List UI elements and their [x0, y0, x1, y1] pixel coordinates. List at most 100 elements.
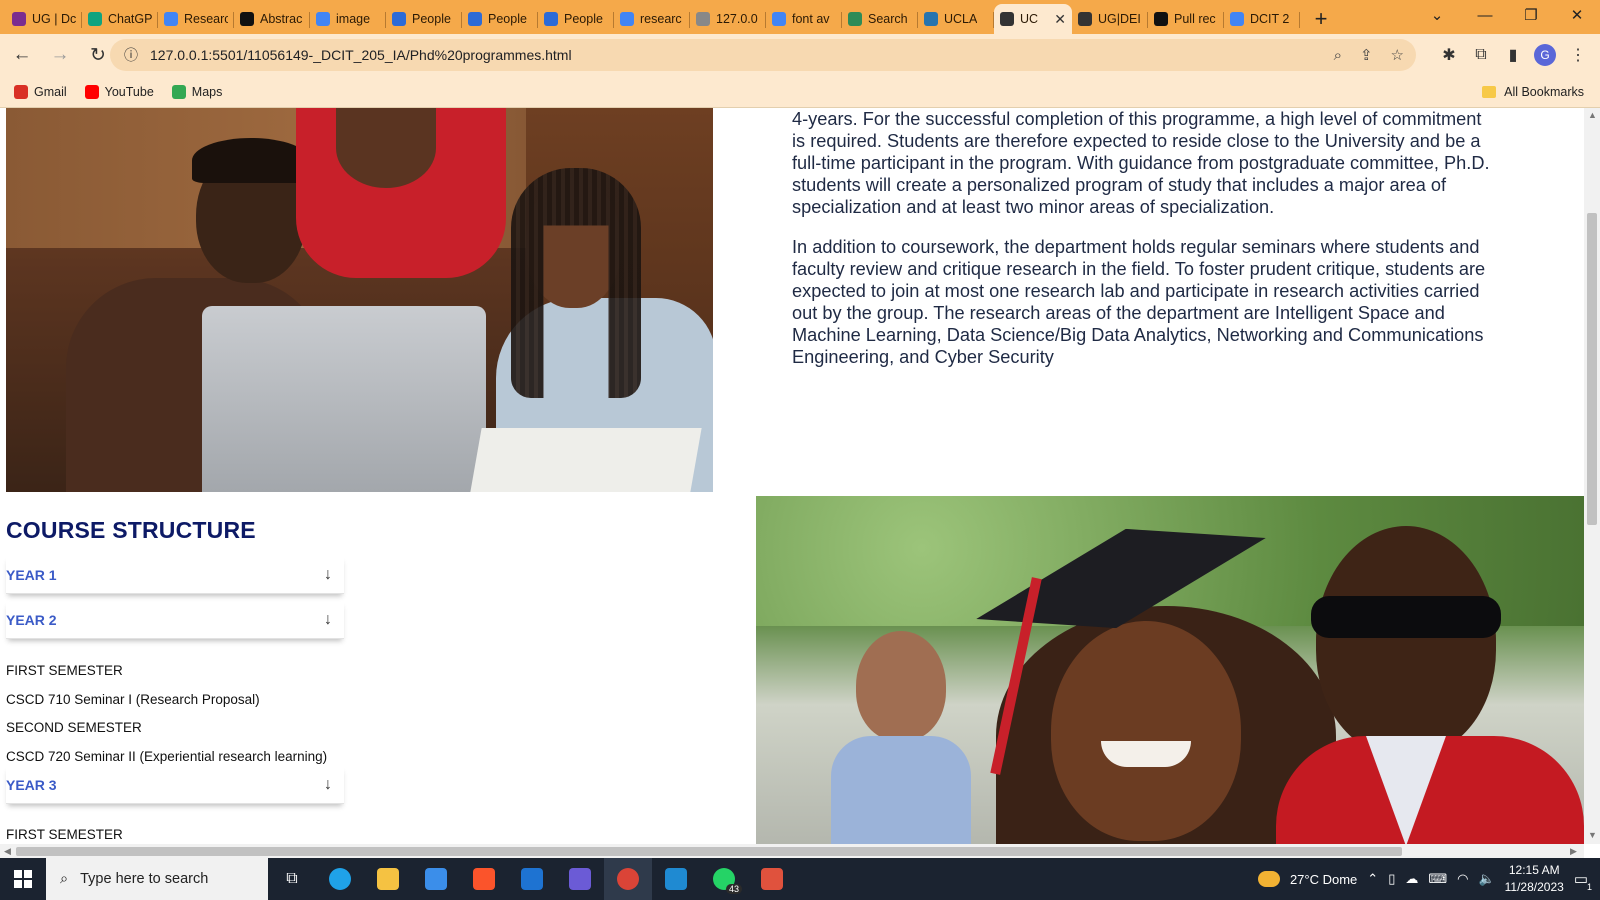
year-1-accordion[interactable]: YEAR 1 ↓: [6, 556, 344, 594]
students-laptop-image: [6, 108, 713, 492]
address-bar[interactable]: ⓘ 127.0.0.1:5501/11056149-_DCIT_205_IA/P…: [110, 39, 1416, 71]
browser-tab[interactable]: Abstrac: [234, 4, 310, 34]
all-bookmarks-button[interactable]: All Bookmarks: [1482, 76, 1584, 108]
copilot-icon[interactable]: [556, 858, 604, 900]
vertical-scroll-thumb[interactable]: [1587, 213, 1597, 525]
tab-favicon-icon: [1154, 12, 1168, 26]
horizontal-scroll-thumb[interactable]: [16, 847, 1402, 856]
course-structure-heading: COURSE STRUCTURE: [6, 517, 256, 543]
tab-favicon-icon: [468, 12, 482, 26]
browser-tab[interactable]: UCLA: [918, 4, 994, 34]
new-tab-button[interactable]: +: [1304, 4, 1338, 34]
microsoft-store-icon[interactable]: [412, 858, 460, 900]
scroll-down-icon[interactable]: ▼: [1588, 830, 1597, 840]
browser-tab[interactable]: font av: [766, 4, 842, 34]
notification-icon[interactable]: ▭ 1: [1574, 870, 1592, 892]
menu-kebab-icon[interactable]: ⋮: [1566, 43, 1590, 67]
tab-favicon-icon: [392, 12, 406, 26]
profile-avatar[interactable]: G: [1533, 43, 1557, 67]
minimize-button[interactable]: —: [1462, 0, 1508, 30]
whatsapp-icon[interactable]: 43: [700, 858, 748, 900]
graduates-image: [756, 496, 1584, 844]
browser-tab[interactable]: People: [538, 4, 614, 34]
tab-favicon-icon: [544, 12, 558, 26]
restore-button[interactable]: ❐: [1508, 0, 1554, 30]
zoom-icon[interactable]: ⌕: [1334, 47, 1342, 64]
bookmark-item[interactable]: Gmail: [14, 84, 67, 99]
bookmark-favicon-icon: [14, 84, 28, 99]
clock[interactable]: 12:15 AM 11/28/2023: [1505, 862, 1564, 896]
year-2-item: FIRST SEMESTER: [6, 663, 123, 678]
side-panel-icon[interactable]: ▮: [1501, 43, 1525, 67]
tab-favicon-icon: [240, 12, 254, 26]
description-paragraph-1: 4-years. For the successful completion o…: [792, 109, 1490, 217]
system-tray: 27°C Dome ⌃ ▯ ☁ ⌨ ◠ 🔈 12:15 AM 11/28/202…: [1257, 858, 1600, 900]
bookmark-favicon-icon: [84, 84, 99, 99]
weather-text[interactable]: 27°C Dome: [1290, 872, 1357, 887]
scroll-left-icon[interactable]: ◀: [4, 846, 11, 857]
tab-label: People: [488, 12, 527, 26]
vscode-icon[interactable]: [652, 858, 700, 900]
tab-label: 127.0.0: [716, 12, 758, 26]
browser-tab[interactable]: Researc: [158, 4, 234, 34]
clock-date: 11/28/2023: [1504, 880, 1564, 894]
bookmark-star-icon[interactable]: ☆: [1391, 46, 1404, 64]
browser-tab[interactable]: People: [462, 4, 538, 34]
close-window-button[interactable]: ✕: [1554, 0, 1600, 30]
brave-icon[interactable]: [460, 858, 508, 900]
tab-favicon-icon: [1000, 12, 1014, 26]
bookmarks-bar: Gmail YouTube Maps All Bookmarks: [0, 76, 1600, 108]
tab-search-icon[interactable]: ⌄: [1414, 0, 1460, 30]
bookmark-label: Gmail: [34, 84, 67, 99]
tab-label: UCLA: [944, 12, 978, 26]
browser-tab[interactable]: 127.0.0: [690, 4, 766, 34]
tab-label: UG | Dc: [32, 12, 76, 26]
browser-tab[interactable]: ChatGP: [82, 4, 158, 34]
browser-tab[interactable]: UG|DEI: [1072, 4, 1148, 34]
scroll-right-icon[interactable]: ▶: [1570, 846, 1577, 857]
snipping-tool-icon[interactable]: [748, 858, 796, 900]
wifi-icon[interactable]: ◠: [1457, 871, 1468, 887]
page-viewport: 4-years. For the successful completion o…: [0, 108, 1584, 844]
year-3-accordion[interactable]: YEAR 3 ↓: [6, 766, 344, 804]
file-explorer-icon[interactable]: [364, 858, 412, 900]
bookmark-item[interactable]: YouTube: [84, 84, 154, 99]
browser-tab[interactable]: Search: [842, 4, 918, 34]
arrow-down-icon: ↓: [324, 565, 332, 583]
task-view-icon[interactable]: ⧉: [268, 858, 316, 900]
browser-tab[interactable]: researc: [614, 4, 690, 34]
vertical-scrollbar[interactable]: ▲ ▼: [1584, 108, 1600, 844]
volume-icon[interactable]: 🔈: [1478, 871, 1494, 887]
device-icon[interactable]: ▯: [1388, 871, 1395, 887]
extensions-puzzle-icon[interactable]: ⧉: [1469, 43, 1493, 67]
bookmark-list: Gmail YouTube Maps: [14, 84, 240, 99]
mail-icon[interactable]: [508, 858, 556, 900]
browser-tab[interactable]: UC ✕: [994, 4, 1072, 34]
horizontal-scrollbar[interactable]: ◀ ▶: [0, 844, 1584, 858]
forward-icon[interactable]: →: [44, 39, 76, 71]
site-info-icon[interactable]: ⓘ: [124, 45, 138, 65]
browser-tab[interactable]: DCIT 2: [1224, 4, 1300, 34]
taskbar-search-box[interactable]: ⌕ Type here to search: [46, 858, 268, 900]
year-2-item: CSCD 710 Seminar I (Research Proposal): [6, 692, 260, 707]
chrome-icon[interactable]: [604, 858, 652, 900]
browser-tab[interactable]: Pull rec: [1148, 4, 1224, 34]
share-icon[interactable]: ⇪: [1360, 46, 1373, 64]
language-icon[interactable]: ⌨: [1428, 871, 1447, 887]
close-tab-icon[interactable]: ✕: [1054, 11, 1066, 28]
bookmark-item[interactable]: Maps: [171, 84, 222, 99]
start-button[interactable]: [0, 858, 46, 900]
tab-favicon-icon: [696, 12, 710, 26]
browser-tab[interactable]: image: [310, 4, 386, 34]
scroll-up-icon[interactable]: ▲: [1588, 110, 1597, 120]
windows-taskbar: ⌕ Type here to search ⧉ 43 27°C Dome ⌃ ▯…: [0, 858, 1600, 900]
browser-tab[interactable]: People: [386, 4, 462, 34]
onedrive-icon[interactable]: ☁: [1405, 871, 1418, 887]
show-hidden-icons[interactable]: ⌃: [1367, 871, 1378, 887]
year-2-accordion[interactable]: YEAR 2 ↓: [6, 601, 344, 639]
extension-bug-icon[interactable]: ✱: [1437, 43, 1461, 67]
edge-icon[interactable]: [316, 858, 364, 900]
browser-tab[interactable]: UG | Dc: [6, 4, 82, 34]
tab-label: image: [336, 12, 371, 26]
back-icon[interactable]: ←: [6, 39, 38, 71]
